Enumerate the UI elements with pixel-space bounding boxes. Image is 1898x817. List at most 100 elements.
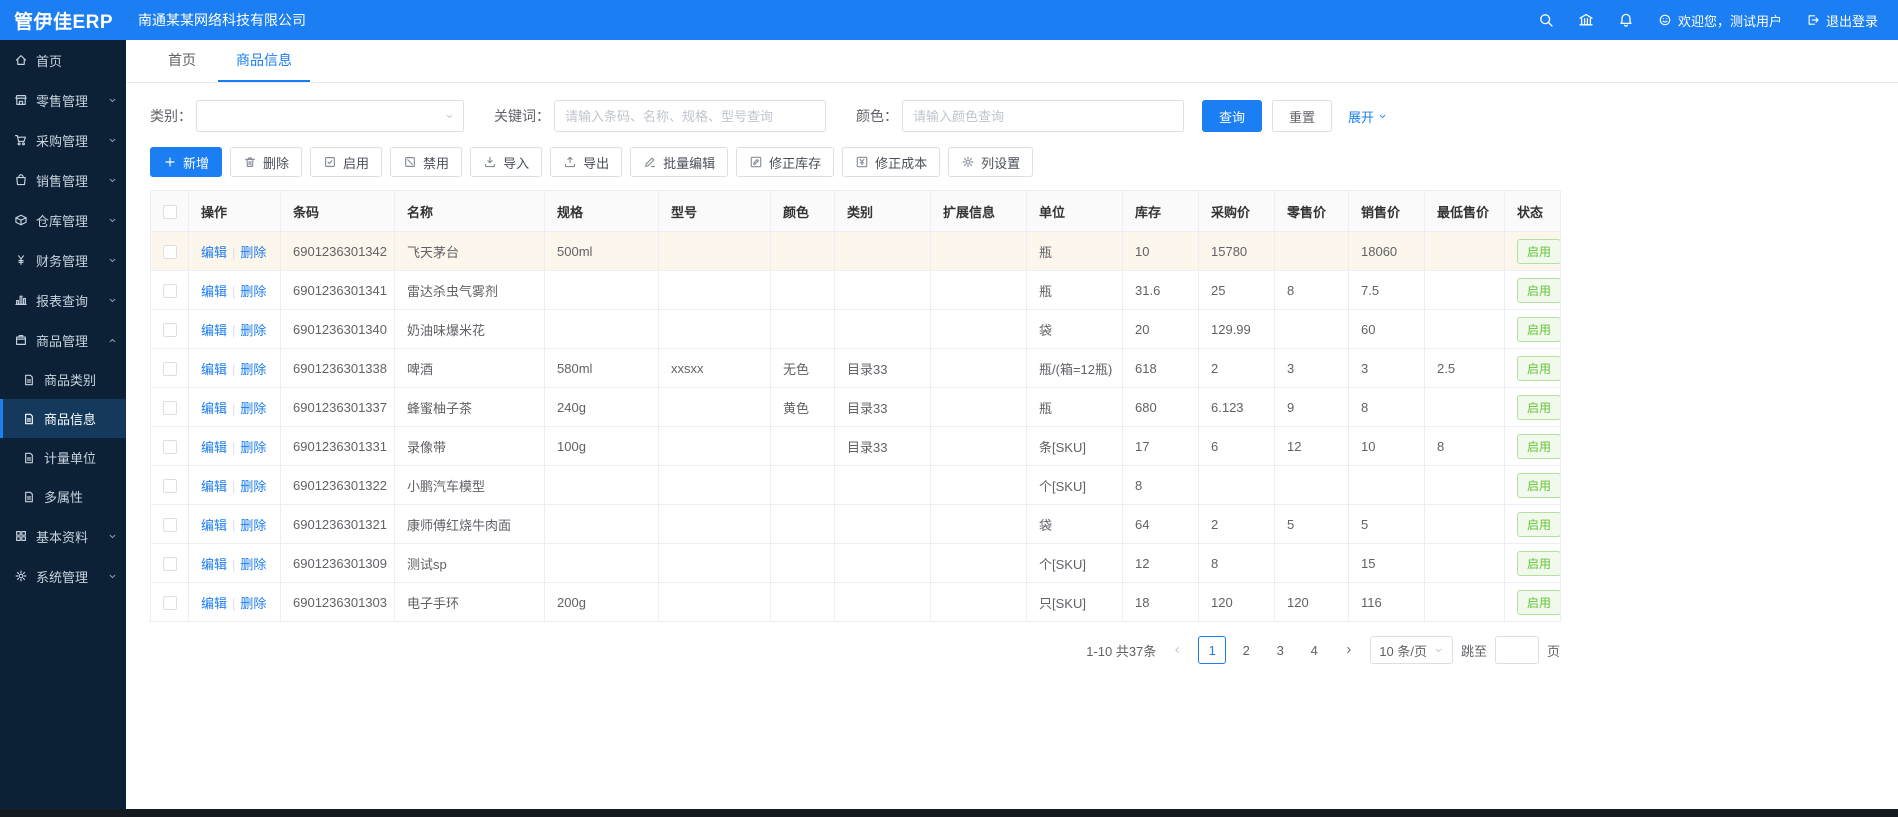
export-button[interactable]: 导出 — [550, 147, 622, 177]
bank-icon[interactable] — [1578, 12, 1594, 28]
page-button-4[interactable]: 4 — [1300, 636, 1328, 664]
cell — [931, 310, 1027, 349]
sidebar-item-unit[interactable]: 计量单位 — [0, 438, 126, 477]
reset-button[interactable]: 重置 — [1272, 100, 1332, 132]
sidebar-item-purchase[interactable]: 采购管理 — [0, 120, 126, 160]
sidebar-item-retail[interactable]: 零售管理 — [0, 80, 126, 120]
edit-link[interactable]: 编辑 — [201, 245, 227, 260]
sidebar-item-warehouse[interactable]: 仓库管理 — [0, 200, 126, 240]
row-checkbox[interactable] — [163, 323, 177, 337]
page-size-select[interactable]: 10 条/页 — [1370, 636, 1453, 664]
sidebar-item-product[interactable]: 商品管理 — [0, 320, 126, 360]
sidebar-item-sales[interactable]: 销售管理 — [0, 160, 126, 200]
sidebar-item-home[interactable]: 首页 — [0, 40, 126, 80]
sidebar-item-finance[interactable]: 财务管理 — [0, 240, 126, 280]
doc-icon — [22, 412, 36, 426]
edit-link[interactable]: 编辑 — [201, 362, 227, 377]
edit-link[interactable]: 编辑 — [201, 440, 227, 455]
delete-button[interactable]: 删除 — [230, 147, 302, 177]
delete-link[interactable]: 删除 — [240, 245, 266, 260]
edit-link[interactable]: 编辑 — [201, 401, 227, 416]
row-checkbox[interactable] — [163, 596, 177, 610]
cell: 120 — [1199, 583, 1275, 622]
page-button-1[interactable]: 1 — [1198, 636, 1226, 664]
category-select[interactable] — [196, 100, 464, 132]
cell: 8 — [1349, 388, 1425, 427]
cell — [1349, 466, 1425, 505]
prev-page-button[interactable] — [1164, 636, 1190, 664]
next-page-button[interactable] — [1336, 636, 1362, 664]
add-button[interactable]: 新增 — [150, 147, 222, 177]
edit-link[interactable]: 编辑 — [201, 557, 227, 572]
sidebar-item-multi-attr[interactable]: 多属性 — [0, 477, 126, 516]
cell — [835, 505, 931, 544]
cell: 2 — [1199, 505, 1275, 544]
delete-link[interactable]: 删除 — [240, 596, 266, 611]
delete-link[interactable]: 删除 — [240, 323, 266, 338]
enable-button[interactable]: 启用 — [310, 147, 382, 177]
cell: 6901236301338 — [281, 349, 395, 388]
column-settings-button[interactable]: 列设置 — [948, 147, 1033, 177]
delete-link[interactable]: 删除 — [240, 284, 266, 299]
cell: 5 — [1275, 505, 1349, 544]
edit-link[interactable]: 编辑 — [201, 518, 227, 533]
delete-link[interactable]: 删除 — [240, 362, 266, 377]
row-checkbox[interactable] — [163, 284, 177, 298]
row-checkbox[interactable] — [163, 557, 177, 571]
delete-link[interactable]: 删除 — [240, 557, 266, 572]
sidebar-item-report[interactable]: 报表查询 — [0, 280, 126, 320]
page-size-value: 10 条/页 — [1379, 641, 1427, 660]
page-button-3[interactable]: 3 — [1266, 636, 1294, 664]
sidebar-item-basic[interactable]: 基本资料 — [0, 516, 126, 556]
edit-link[interactable]: 编辑 — [201, 596, 227, 611]
delete-link[interactable]: 删除 — [240, 479, 266, 494]
finance-icon — [14, 253, 28, 267]
row-checkbox[interactable] — [163, 401, 177, 415]
pager-pages: 1234 — [1198, 636, 1328, 664]
row-checkbox[interactable] — [163, 479, 177, 493]
doc-icon — [22, 373, 36, 387]
row-checkbox[interactable] — [163, 362, 177, 376]
delete-link[interactable]: 删除 — [240, 518, 266, 533]
jump-page-input[interactable] — [1495, 636, 1539, 664]
row-checkbox[interactable] — [163, 518, 177, 532]
keyword-label: 关键词： — [494, 106, 550, 126]
search-button[interactable]: 查询 — [1202, 100, 1262, 132]
cell: 2 — [1199, 349, 1275, 388]
ops-cell: 编辑|删除 — [189, 466, 281, 505]
cell: 129.99 — [1199, 310, 1275, 349]
cell: 只[SKU] — [1027, 583, 1123, 622]
search-icon[interactable] — [1538, 12, 1554, 28]
edit-link[interactable]: 编辑 — [201, 323, 227, 338]
sidebar-item-product-info[interactable]: 商品信息 — [0, 399, 126, 438]
ops-cell: 编辑|删除 — [189, 310, 281, 349]
bell-icon[interactable] — [1618, 12, 1634, 28]
sidebar-item-product-category[interactable]: 商品类别 — [0, 360, 126, 399]
fix-stock-button[interactable]: 修正库存 — [736, 147, 834, 177]
logout-button[interactable]: 退出登录 — [1806, 11, 1878, 30]
fix-cost-button[interactable]: 修正成本 — [842, 147, 940, 177]
tab-home[interactable]: 首页 — [150, 40, 214, 82]
batch-edit-button[interactable]: 批量编辑 — [630, 147, 728, 177]
delete-link[interactable]: 删除 — [240, 401, 266, 416]
row-checkbox[interactable] — [163, 440, 177, 454]
row-checkbox[interactable] — [163, 245, 177, 259]
welcome-user[interactable]: 欢迎您，测试用户 — [1658, 11, 1782, 30]
keyword-input[interactable] — [554, 100, 826, 132]
edit-link[interactable]: 编辑 — [201, 479, 227, 494]
ops-separator: | — [232, 518, 235, 533]
table-row: 编辑|删除6901236301337蜂蜜柚子茶240g黄色目录33瓶6806.1… — [151, 388, 1561, 427]
tab-product-info[interactable]: 商品信息 — [218, 40, 310, 82]
cell — [931, 349, 1027, 388]
edit-link[interactable]: 编辑 — [201, 284, 227, 299]
disable-button[interactable]: 禁用 — [390, 147, 462, 177]
import-button[interactable]: 导入 — [470, 147, 542, 177]
page-button-2[interactable]: 2 — [1232, 636, 1260, 664]
expand-link[interactable]: 展开 — [1348, 107, 1388, 126]
sidebar-item-label: 商品信息 — [44, 409, 96, 428]
delete-link[interactable]: 删除 — [240, 440, 266, 455]
color-input[interactable] — [902, 100, 1184, 132]
select-all-checkbox[interactable] — [163, 205, 177, 219]
sidebar-item-system[interactable]: 系统管理 — [0, 556, 126, 596]
purchase-icon — [14, 133, 28, 147]
